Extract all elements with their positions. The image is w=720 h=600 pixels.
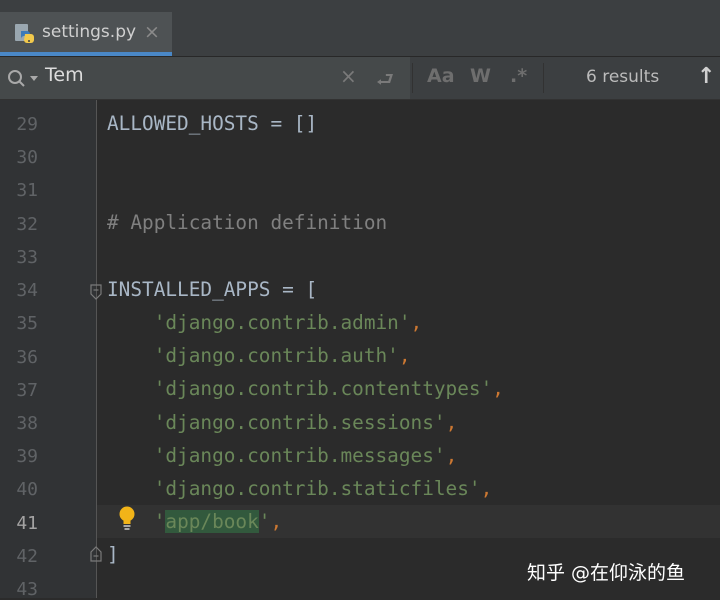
line-number: 37 <box>16 380 38 401</box>
code-string: 'django.contrib.messages' <box>153 444 446 467</box>
code-editor[interactable]: 29 30 31 32 33 34 35 36 37 38 39 40 41 4… <box>0 100 720 600</box>
line-number: 32 <box>16 214 38 235</box>
line-number: 39 <box>16 446 38 467</box>
lightbulb-icon[interactable] <box>117 505 137 533</box>
code-comma: , <box>270 510 283 533</box>
code-text: ] <box>107 543 119 566</box>
replace-toggle-icon[interactable]: ⮐ <box>376 65 394 99</box>
watermark: 知乎 @在仰泳的鱼 <box>527 562 686 584</box>
code-comma: , <box>410 311 423 334</box>
editor-tab-bar: settings.py × <box>0 12 720 57</box>
code-line-32: # Application definition <box>107 211 387 234</box>
code-comma: , <box>492 377 504 400</box>
search-match-highlight: app/book <box>165 510 259 533</box>
line-number-active: 41 <box>16 513 38 534</box>
code-line-36: 'django.contrib.auth', <box>107 344 411 367</box>
regex-button[interactable]: .* <box>510 65 527 87</box>
code-string: 'django.contrib.auth' <box>153 344 399 367</box>
line-number: 33 <box>16 247 38 268</box>
match-case-button[interactable]: Aa <box>427 65 455 87</box>
code-comma: , <box>445 411 458 434</box>
code-string: 'django.contrib.contenttypes' <box>153 377 493 400</box>
search-field[interactable]: Tem × ⮐ <box>0 57 410 99</box>
code-text: ALLOWED_HOSTS = [] <box>107 112 318 135</box>
search-input[interactable]: Tem <box>45 64 84 86</box>
whole-word-button[interactable]: W <box>470 65 491 87</box>
code-string: 'django.contrib.sessions' <box>153 411 446 434</box>
previous-occurrence-icon[interactable]: ↑ <box>697 64 715 89</box>
line-number: 38 <box>16 413 38 434</box>
code-line-37: 'django.contrib.contenttypes', <box>107 377 504 400</box>
line-number: 42 <box>16 546 38 567</box>
code-text: INSTALLED_APPS = [ <box>107 278 318 301</box>
code-string: 'django.contrib.staticfiles' <box>153 477 481 500</box>
code-line-29: ALLOWED_HOSTS = [] <box>107 112 317 135</box>
active-tab-indicator <box>0 52 172 56</box>
find-bar: Tem × ⮐ Aa W .* 6 results ↑ <box>0 57 720 100</box>
search-results-count: 6 results <box>586 67 660 87</box>
line-number: 43 <box>16 579 38 600</box>
code-line-42: ] <box>107 543 119 566</box>
code-line-40: 'django.contrib.staticfiles', <box>107 477 493 500</box>
code-line-35: 'django.contrib.admin', <box>107 311 423 334</box>
code-string-quote: ' <box>153 510 166 533</box>
divider <box>412 63 413 93</box>
line-number: 36 <box>16 347 38 368</box>
code-string-quote: ' <box>258 510 271 533</box>
search-icon[interactable] <box>6 69 40 89</box>
fold-close-icon[interactable] <box>90 546 102 562</box>
python-file-icon <box>15 24 34 43</box>
clear-search-icon[interactable]: × <box>340 64 357 88</box>
tab-filename: settings.py <box>42 22 137 42</box>
line-number: 34 <box>16 280 38 301</box>
code-comma: , <box>445 444 458 467</box>
line-number: 31 <box>16 180 38 201</box>
code-comma: , <box>398 344 411 367</box>
tab-settings-py[interactable]: settings.py × <box>0 12 172 56</box>
code-comment: # Application definition <box>107 211 388 234</box>
code-comma: , <box>480 477 493 500</box>
line-number: 29 <box>16 114 38 135</box>
code-line-39: 'django.contrib.messages', <box>107 444 458 467</box>
line-number: 35 <box>16 313 38 334</box>
line-number: 30 <box>16 147 38 168</box>
close-tab-icon[interactable]: × <box>144 21 160 43</box>
line-number: 40 <box>16 479 38 500</box>
fold-open-icon[interactable] <box>90 284 102 300</box>
divider <box>543 63 544 93</box>
gutter-divider <box>96 100 97 598</box>
code-string: 'django.contrib.admin' <box>153 311 411 334</box>
code-line-38: 'django.contrib.sessions', <box>107 411 458 434</box>
code-line-34: INSTALLED_APPS = [ <box>107 278 317 301</box>
